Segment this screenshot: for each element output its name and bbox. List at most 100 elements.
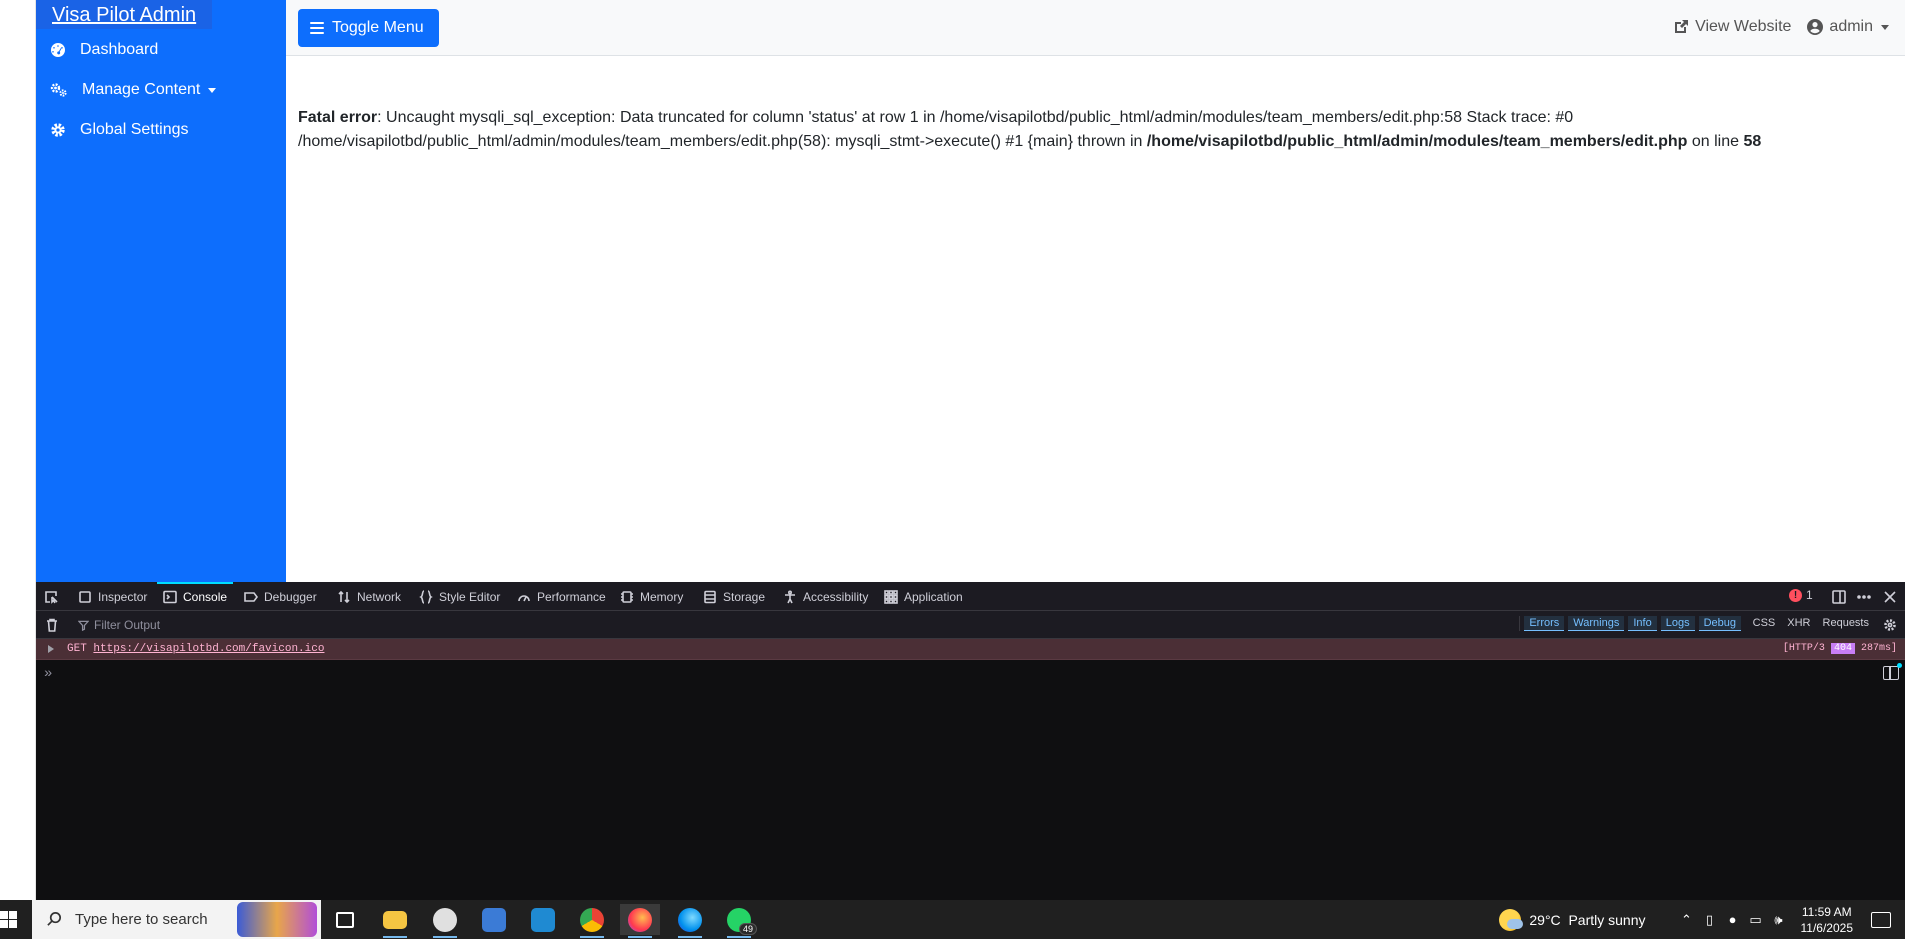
editor-mode-icon[interactable]: [1883, 663, 1902, 680]
tray-icons: ⌃ ▯ ● ▭ 🕪: [1672, 912, 1787, 928]
tab-label: Debugger: [264, 589, 317, 604]
accessibility-icon: [785, 589, 795, 603]
notification-center-icon[interactable]: [1871, 911, 1891, 928]
brand-link[interactable]: Visa Pilot Admin: [36, 0, 212, 29]
debugger-icon: [244, 591, 258, 602]
error-heading: Fatal error: [298, 109, 378, 126]
error-file: /home/visapilotbd/public_html/admin/modu…: [1146, 133, 1688, 150]
chevron-up-icon[interactable]: ⌃: [1679, 912, 1695, 928]
expand-arrow-icon[interactable]: [48, 645, 54, 653]
storage-icon: [704, 590, 716, 603]
filter-debug-button[interactable]: Debug: [1698, 616, 1741, 631]
taskbar-search-input[interactable]: Type here to search: [32, 900, 321, 939]
tab-inspector[interactable]: Inspector: [78, 582, 147, 611]
task-view-icon[interactable]: [325, 904, 365, 935]
weather-widget[interactable]: 29°C Partly sunny: [1499, 908, 1646, 931]
tab-network[interactable]: Network: [337, 582, 401, 611]
hamburger-icon: [310, 22, 324, 34]
close-icon[interactable]: [1882, 589, 1898, 605]
trash-icon[interactable]: [44, 617, 60, 633]
user-menu-toggle[interactable]: admin: [1807, 18, 1889, 36]
chevron-down-icon: [1881, 24, 1889, 30]
external-link-icon: [1675, 20, 1689, 33]
filter-output-input[interactable]: Filter Output: [78, 618, 160, 632]
partly-sunny-icon: [1499, 908, 1524, 931]
braces-icon: [419, 589, 433, 604]
whatsapp-icon[interactable]: 49: [719, 904, 759, 938]
toggle-menu-label: Toggle Menu: [332, 19, 424, 36]
desktop-edge: [0, 0, 36, 900]
usb-device-icon[interactable]: ▯: [1702, 912, 1718, 928]
firefox-developer-icon[interactable]: [670, 904, 710, 938]
sidebar-item-global-settings[interactable]: Global Settings: [50, 116, 189, 144]
snipping-tool-icon[interactable]: [425, 904, 465, 938]
filter-requests-button[interactable]: Requests: [1823, 617, 1869, 629]
element-picker-icon[interactable]: [43, 589, 59, 605]
sidebar-item-manage-content[interactable]: Manage Content: [50, 76, 217, 104]
chrome-icon[interactable]: [572, 904, 612, 938]
sidebar-item-label: Dashboard: [80, 41, 159, 58]
search-highlight-image: [237, 902, 317, 937]
filter-css-button[interactable]: CSS: [1753, 617, 1776, 629]
application-grid-icon: [884, 589, 898, 604]
toggle-menu-button[interactable]: Toggle Menu: [298, 9, 439, 47]
fatal-error-message: Fatal error: Uncaught mysqli_sql_excepti…: [298, 106, 1878, 154]
tab-style-editor[interactable]: Style Editor: [419, 582, 500, 611]
file-explorer-icon[interactable]: [375, 904, 415, 938]
category-filters: CSS XHR Requests: [1741, 617, 1869, 629]
windows-taskbar: Type here to search 49 29°C Partly sunny…: [0, 900, 1905, 939]
network-icon[interactable]: ▭: [1748, 912, 1764, 928]
clock-date: 11/6/2025: [1800, 920, 1854, 935]
more-options-icon[interactable]: [1856, 589, 1872, 605]
app-icon[interactable]: [474, 904, 514, 935]
filter-info-button[interactable]: Info: [1628, 616, 1657, 631]
taskbar-clock[interactable]: 11:59 AM 11/6/2025: [1801, 904, 1854, 936]
error-count-indicator[interactable]: ! 1: [1789, 588, 1813, 602]
settings-gear-icon[interactable]: [1882, 617, 1898, 633]
tab-console[interactable]: Console: [156, 582, 234, 611]
volume-icon[interactable]: 🕪: [1771, 912, 1787, 928]
gear-icon: [51, 123, 65, 137]
log-level-filters: Errors Warnings Info Logs Debug: [1519, 616, 1745, 631]
filter-logs-button[interactable]: Logs: [1660, 616, 1695, 631]
sidebar-item-label: Global Settings: [80, 121, 189, 138]
devtools-toolbar: Inspector Console Debugger Network Style…: [36, 582, 1905, 611]
tab-performance[interactable]: Performance: [517, 582, 606, 611]
dock-layout-icon[interactable]: [1831, 589, 1847, 605]
console-prompt[interactable]: »: [44, 666, 52, 682]
windows-start-icon[interactable]: [0, 911, 17, 928]
console-filter-bar: Filter Output Errors Warnings Info Logs …: [36, 611, 1905, 639]
tab-storage[interactable]: Storage: [703, 582, 765, 611]
system-tray: 29°C Partly sunny ⌃ ▯ ● ▭ 🕪 11:59 AM 11/…: [1499, 900, 1905, 939]
tab-memory[interactable]: Memory: [620, 582, 683, 611]
console-log-row[interactable]: GET https://visapilotbd.com/favicon.ico …: [36, 639, 1905, 660]
vscode-icon[interactable]: [523, 904, 563, 935]
top-right-links: View Website admin: [1673, 18, 1889, 36]
tab-label: Storage: [723, 589, 766, 604]
log-url-link[interactable]: https://visapilotbd.com/favicon.ico: [93, 643, 324, 655]
memory-chip-icon: [621, 590, 633, 603]
filter-xhr-button[interactable]: XHR: [1787, 617, 1810, 629]
top-navbar: Toggle Menu View Website admin: [286, 0, 1905, 56]
filter-placeholder: Filter Output: [94, 618, 161, 632]
tab-debugger[interactable]: Debugger: [244, 582, 317, 611]
sidebar-item-label: Manage Content: [82, 81, 201, 98]
tab-label: Accessibility: [803, 589, 869, 604]
view-website-link[interactable]: View Website: [1673, 18, 1791, 36]
sidebar-item-dashboard[interactable]: Dashboard: [50, 36, 158, 64]
error-count: 1: [1806, 588, 1813, 602]
log-time: 287ms]: [1860, 643, 1897, 654]
filter-warnings-button[interactable]: Warnings: [1568, 616, 1625, 631]
tab-application[interactable]: Application: [884, 582, 963, 611]
performance-gauge-icon: [518, 594, 530, 601]
search-icon: [47, 912, 62, 926]
search-placeholder: Type here to search: [75, 911, 208, 928]
antivirus-icon[interactable]: ●: [1725, 912, 1741, 928]
tab-accessibility[interactable]: Accessibility: [783, 582, 868, 611]
clock-time: 11:59 AM: [1801, 904, 1852, 919]
firefox-icon[interactable]: [620, 904, 660, 938]
filter-errors-button[interactable]: Errors: [1524, 616, 1565, 631]
filter-funnel-icon: [78, 620, 89, 631]
tab-label: Style Editor: [439, 589, 501, 604]
weather-temp: 29°C: [1529, 911, 1561, 928]
